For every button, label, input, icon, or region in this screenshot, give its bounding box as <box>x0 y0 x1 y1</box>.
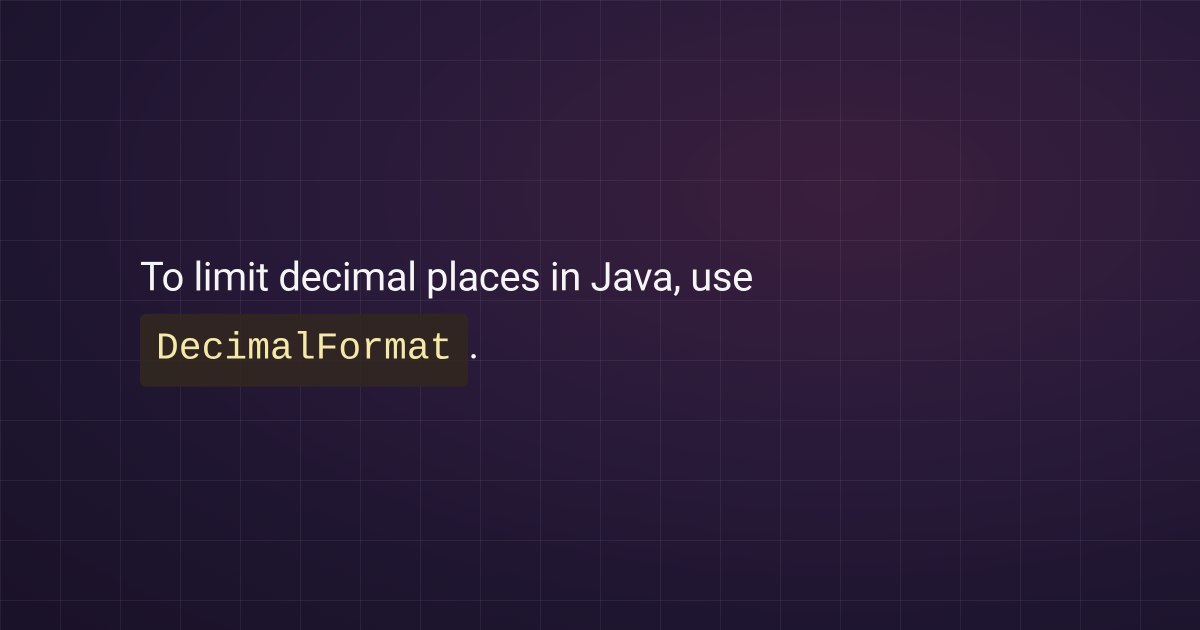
main-text: To limit decimal places in Java, use Dec… <box>140 244 1060 387</box>
text-after-code: . <box>468 322 478 369</box>
content-container: To limit decimal places in Java, use Dec… <box>120 244 1080 387</box>
code-snippet: DecimalFormat <box>140 314 468 387</box>
text-before-code: To limit decimal places in Java, use <box>140 254 753 301</box>
